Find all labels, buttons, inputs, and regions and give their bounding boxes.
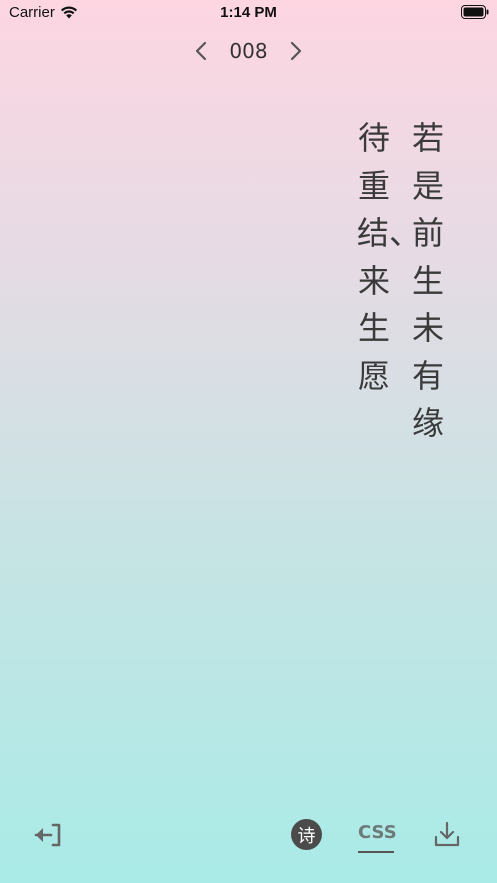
battery-icon — [461, 5, 489, 19]
next-page-button[interactable] — [285, 38, 307, 64]
css-button[interactable]: CSS — [358, 822, 397, 843]
css-selected-indicator — [358, 851, 394, 853]
bottom-toolbar: 诗 CSS — [0, 814, 497, 858]
poem-line-2: 待重结、来生愿 — [357, 119, 422, 395]
clock: 1:14 PM — [220, 4, 277, 21]
poem: 若是前生未有缘 待重结、来生愿 — [357, 115, 445, 448]
poem-style-button[interactable]: 诗 — [291, 819, 322, 850]
poem-line-1: 若是前生未有缘 — [411, 119, 444, 442]
chevron-right-icon — [290, 41, 302, 61]
download-icon[interactable] — [433, 820, 461, 848]
page-number: 008 — [229, 39, 268, 63]
status-bar: Carrier 1:14 PM — [0, 0, 497, 26]
exit-icon[interactable] — [34, 822, 62, 848]
pager: 008 — [0, 38, 497, 64]
